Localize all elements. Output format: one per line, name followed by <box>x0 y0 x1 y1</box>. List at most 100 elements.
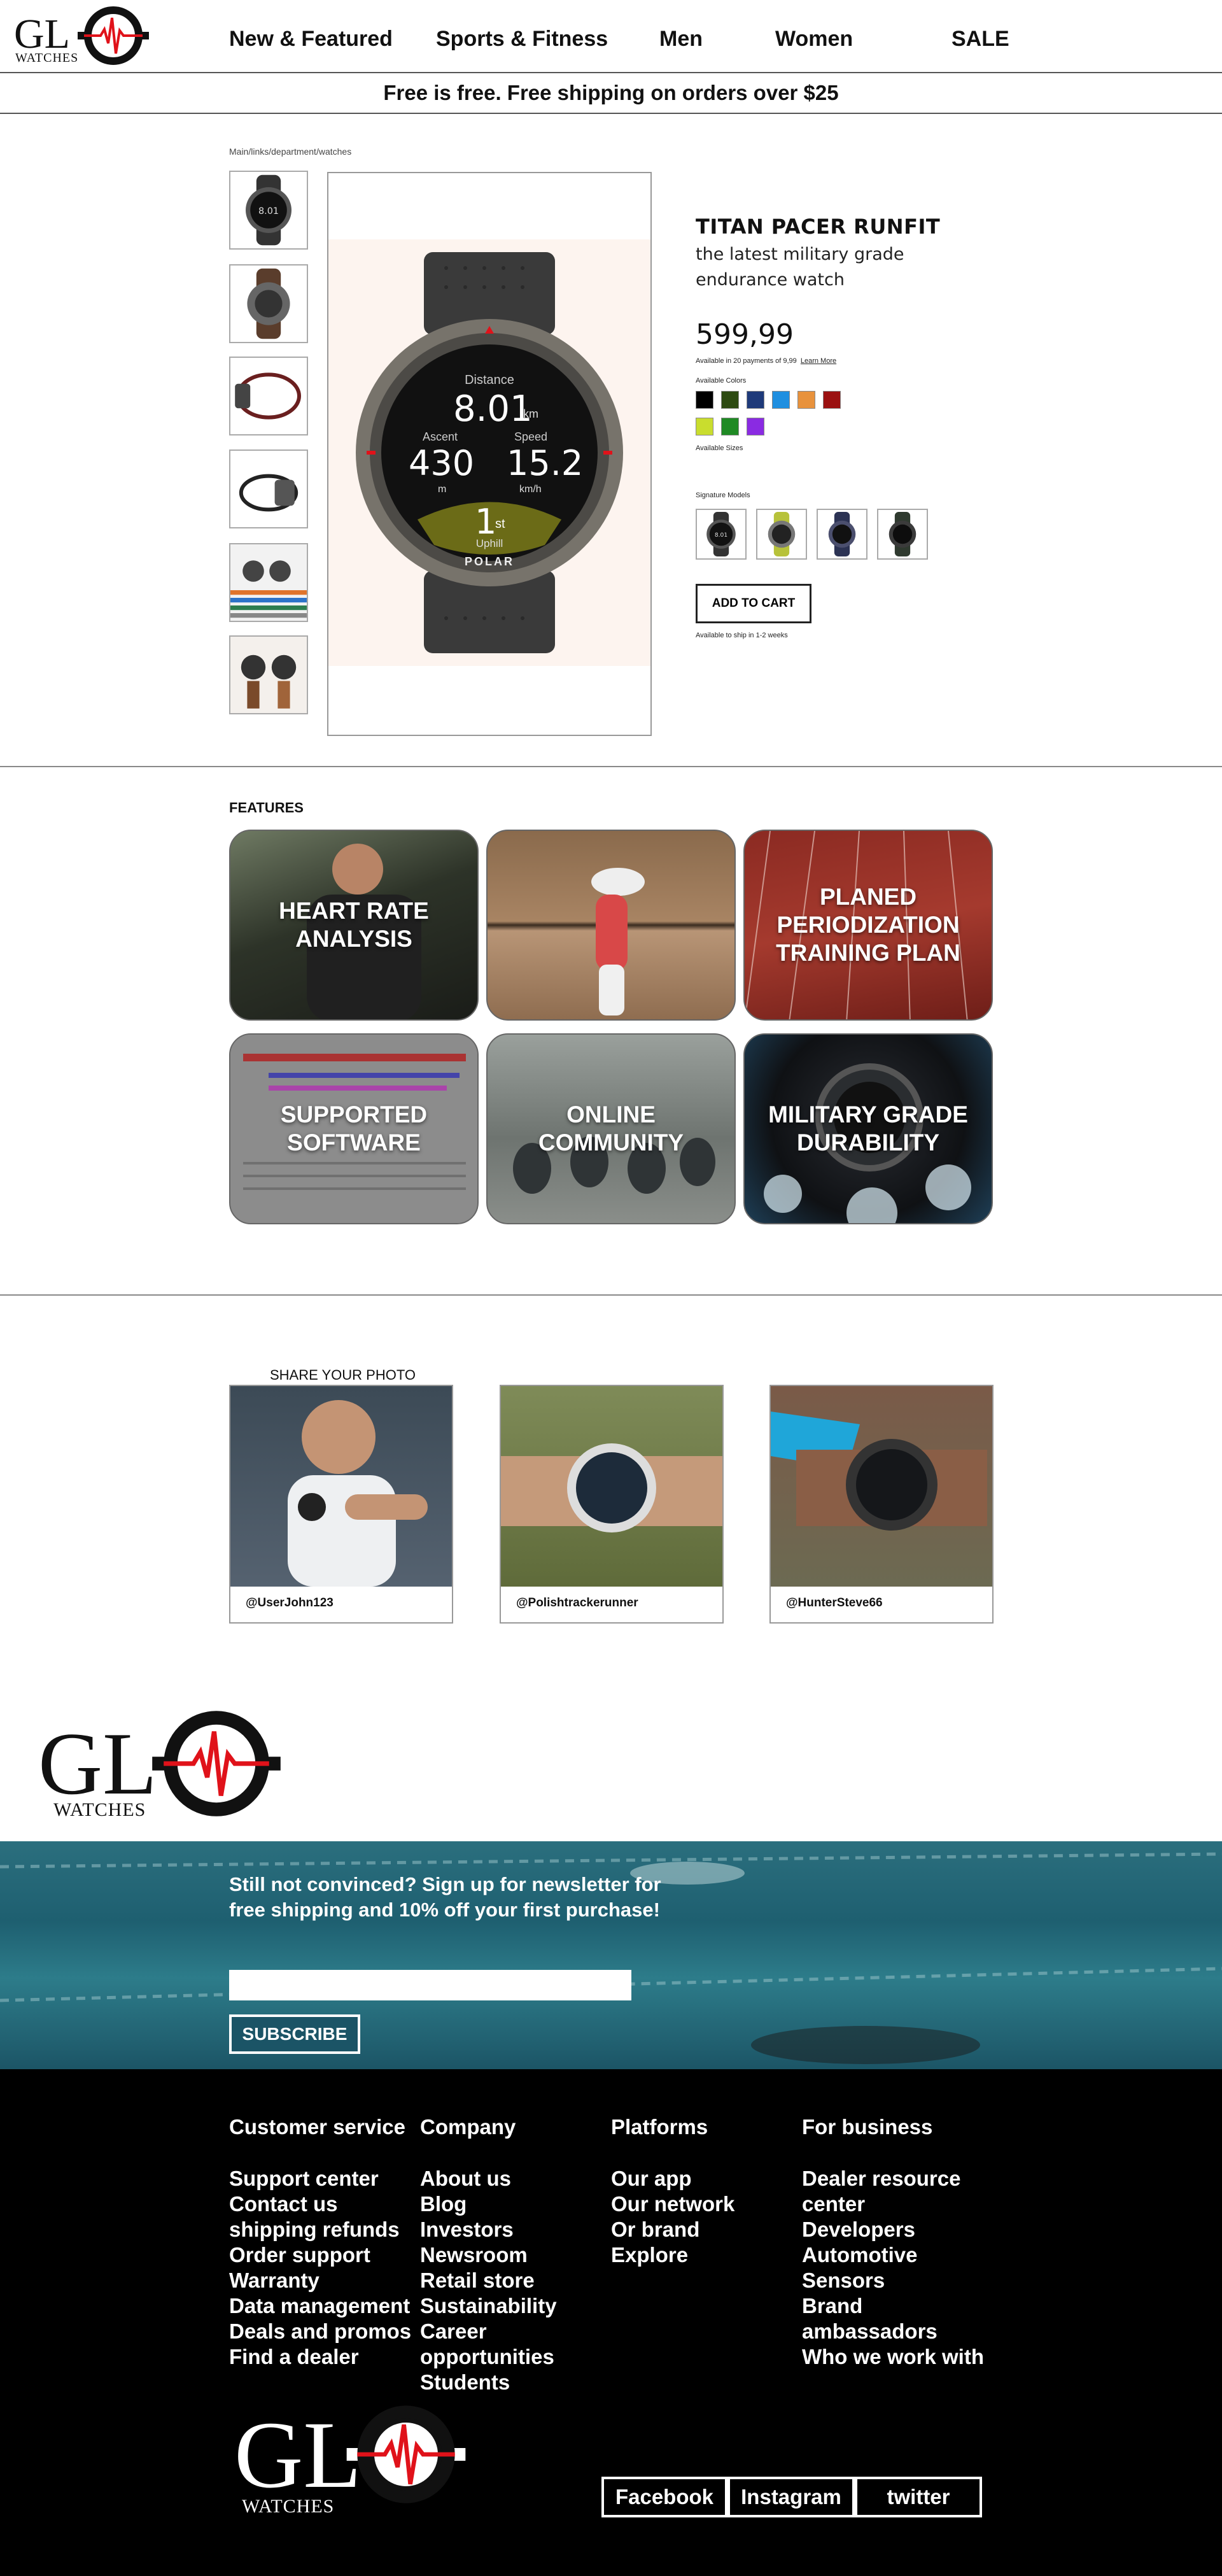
footer-link[interactable]: Sensors <box>802 2268 993 2293</box>
thumbnail-leather-bands[interactable] <box>229 635 308 714</box>
feature-durability[interactable]: MILITARY GRADE DURABILITY <box>743 1033 993 1224</box>
thumbnail-angle[interactable] <box>229 449 308 528</box>
face-brand: POLAR <box>465 555 514 568</box>
sizes-label: Available Sizes <box>696 444 743 452</box>
color-swatch[interactable] <box>747 391 764 409</box>
newsletter-section: Still not convinced? Sign up for newslet… <box>0 1841 1222 2069</box>
footer-logo-subtext: WATCHES <box>242 2496 335 2517</box>
footer-link[interactable]: Order support <box>229 2242 420 2268</box>
newsletter-email-input[interactable] <box>229 1970 631 2000</box>
feature-heart-rate-label: HEART RATE ANALYSIS <box>279 898 429 952</box>
product-subtitle: the latest military grade endurance watc… <box>696 244 904 290</box>
colors-label: Available Colors <box>696 377 747 385</box>
feature-community-label: ONLINE COMMUNITY <box>538 1101 684 1156</box>
footer-link[interactable]: Our network <box>611 2191 802 2217</box>
share-card[interactable]: @UserJohn123 <box>229 1385 453 1624</box>
footer-link[interactable]: Blog <box>420 2191 586 2217</box>
thumbnail-back[interactable] <box>229 264 308 343</box>
footer-link[interactable]: Deals and promos <box>229 2319 420 2344</box>
face-ascent-unit: m <box>438 484 447 495</box>
share-card[interactable]: @Polishtrackerunner <box>500 1385 724 1624</box>
learn-more-link[interactable]: Learn More <box>801 357 836 365</box>
color-swatch[interactable] <box>721 391 739 409</box>
footer-link[interactable]: Automotive <box>802 2242 993 2268</box>
face-uphill-label: Uphill <box>475 537 503 549</box>
footer-link[interactable]: Brand ambassadors <box>802 2293 993 2344</box>
feature-training-plan-label: PLANED PERIODIZATION TRAINING PLAN <box>776 884 960 966</box>
footer-link[interactable]: Students <box>420 2370 586 2395</box>
installments-line: Available in 20 payments of 9,99 Learn M… <box>696 357 836 365</box>
feature-community[interactable]: ONLINE COMMUNITY <box>486 1033 736 1224</box>
footer-link[interactable]: Career opportunities <box>420 2319 586 2370</box>
share-photo <box>501 1386 722 1587</box>
feature-sleep[interactable] <box>486 830 736 1021</box>
nav-new-featured[interactable]: New & Featured <box>229 27 393 52</box>
footer-link[interactable]: Or brand <box>611 2217 802 2242</box>
share-photo <box>771 1386 992 1587</box>
color-swatch[interactable] <box>772 391 790 409</box>
model-thumb-3[interactable] <box>817 509 867 560</box>
model-thumb-1[interactable] <box>696 509 747 560</box>
face-ascent-label: Ascent <box>423 430 458 443</box>
footer-col-company: Company About us Blog Investors Newsroom… <box>420 2115 586 2395</box>
thumbnail-band-colors[interactable] <box>229 543 308 622</box>
twitter-button[interactable]: twitter <box>855 2477 982 2517</box>
footer-col-platforms: Platforms Our app Our network Or brand E… <box>611 2115 802 2268</box>
footer-link[interactable]: Explore <box>611 2242 802 2268</box>
breadcrumb[interactable]: Main/links/department/watches <box>229 146 351 157</box>
footer-link[interactable]: Dealer resource center <box>802 2166 993 2217</box>
color-swatch[interactable] <box>696 418 713 435</box>
logo-subtext: WATCHES <box>15 51 79 65</box>
model-thumb-4[interactable] <box>877 509 928 560</box>
footer-col-business: For business Dealer resource center Deve… <box>802 2115 993 2370</box>
share-handle: @HunterSteve66 <box>786 1596 883 1610</box>
nav-sale[interactable]: SALE <box>952 27 1009 52</box>
models-label: Signature Models <box>696 492 750 499</box>
footer-link[interactable]: Retail store <box>420 2268 586 2293</box>
color-swatch[interactable] <box>747 418 764 435</box>
face-distance-value: 8.01 <box>453 388 533 430</box>
logo[interactable]: GL WATCHES <box>14 4 173 67</box>
watch-illustration <box>356 252 623 653</box>
footer-link[interactable]: Investors <box>420 2217 586 2242</box>
color-swatch[interactable] <box>823 391 841 409</box>
footer-link[interactable]: Warranty <box>229 2268 420 2293</box>
face-speed-unit: km/h <box>519 484 542 495</box>
color-swatch[interactable] <box>696 391 713 409</box>
nav-women[interactable]: Women <box>775 27 853 52</box>
footer-link[interactable]: Data management <box>229 2293 420 2319</box>
footer-link[interactable]: shipping refunds <box>229 2217 420 2242</box>
feature-training-plan[interactable]: PLANED PERIODIZATION TRAINING PLAN <box>743 830 993 1021</box>
feature-software[interactable]: SUPPORTED SOFTWARE <box>229 1033 479 1224</box>
footer-link[interactable]: Developers <box>802 2217 993 2242</box>
thumbnail-front[interactable] <box>229 171 308 250</box>
footer-heading: For business <box>802 2115 933 2139</box>
footer-link[interactable]: Sustainability <box>420 2293 586 2319</box>
instagram-button[interactable]: Instagram <box>727 2477 855 2517</box>
add-to-cart-button[interactable]: ADD TO CART <box>696 584 811 623</box>
model-thumb-2[interactable] <box>756 509 807 560</box>
footer-link[interactable]: Support center <box>229 2166 420 2191</box>
subscribe-button[interactable]: SUBSCRIBE <box>229 2014 360 2054</box>
footer-link[interactable]: Our app <box>611 2166 802 2191</box>
face-place-suffix: st <box>495 517 505 531</box>
thumbnail-side[interactable] <box>229 357 308 435</box>
feature-software-label: SUPPORTED SOFTWARE <box>280 1101 428 1156</box>
color-swatch[interactable] <box>721 418 739 435</box>
footer-link[interactable]: Who we work with <box>802 2344 993 2370</box>
color-swatch[interactable] <box>797 391 815 409</box>
share-heading: SHARE YOUR PHOTO <box>270 1367 416 1383</box>
share-photo <box>230 1386 452 1587</box>
product-price: 599,99 <box>696 318 794 351</box>
footer-heading: Customer service <box>229 2115 405 2139</box>
facebook-button[interactable]: Facebook <box>601 2477 727 2517</box>
footer-link[interactable]: Contact us <box>229 2191 420 2217</box>
feature-heart-rate[interactable]: HEART RATE ANALYSIS <box>229 830 479 1021</box>
product-title: TITAN PACER RUNFIT <box>696 215 941 239</box>
footer-link[interactable]: Find a dealer <box>229 2344 420 2370</box>
nav-men[interactable]: Men <box>659 27 703 52</box>
footer-link[interactable]: About us <box>420 2166 586 2191</box>
nav-sports-fitness[interactable]: Sports & Fitness <box>436 27 608 52</box>
share-card[interactable]: @HunterSteve66 <box>769 1385 994 1624</box>
footer-link[interactable]: Newsroom <box>420 2242 586 2268</box>
